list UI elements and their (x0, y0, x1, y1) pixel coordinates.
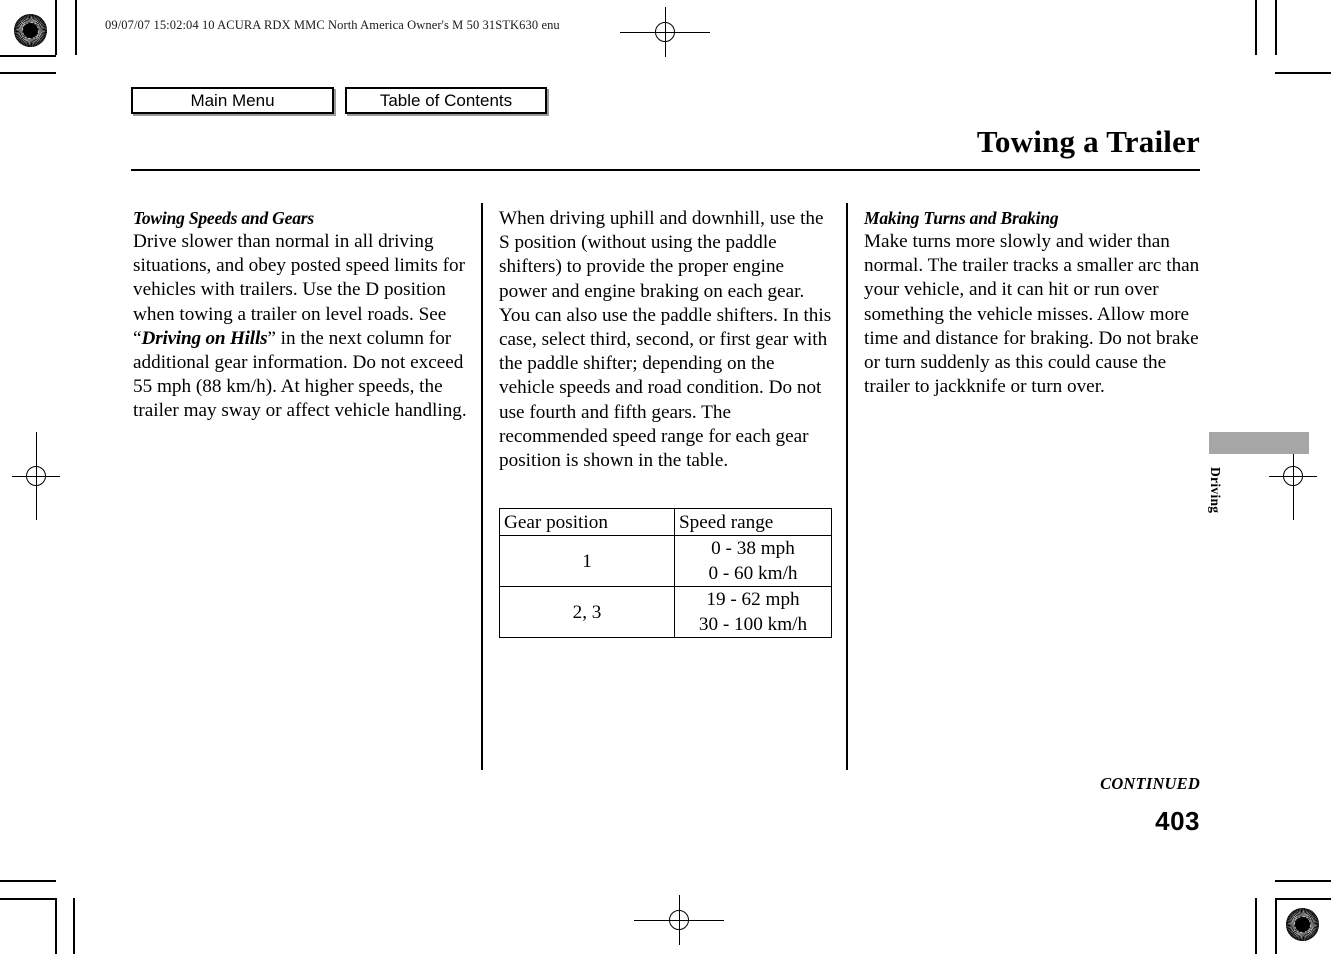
page-number: 403 (1155, 806, 1200, 836)
crop-mark-bottom-left-horizontal (0, 898, 56, 900)
cell-speed-range-1-kmh: 0 - 60 km/h (708, 563, 798, 584)
crop-mark-top-right-inner-rule (1255, 0, 1257, 55)
crop-mark-bottom-left-vertical (55, 898, 57, 954)
cell-speed-range-1-mph: 0 - 38 mph (711, 538, 795, 559)
title-rule-divider (131, 169, 1200, 171)
continued-label: CONTINUED (1100, 774, 1200, 793)
registration-burst-bottom-right-icon (1286, 908, 1319, 941)
cell-speed-range-2-kmh: 30 - 100 km/h (698, 614, 808, 635)
crop-mark-top-left-bleed (0, 72, 56, 74)
table-header-gear-position: Gear position (499, 508, 675, 536)
table-header-speed-range: Speed range (674, 508, 832, 536)
left-column-body: Drive slower than normal in all driving … (133, 230, 471, 424)
crop-mark-bottom-right-bleed (1275, 880, 1331, 882)
crop-mark-bottom-right-vertical (1275, 898, 1277, 954)
crop-mark-top-left-vertical (55, 0, 57, 55)
crop-mark-top-left-horizontal (0, 55, 56, 57)
column-middle: When driving uphill and downhill, use th… (499, 207, 834, 473)
cell-speed-range-2-mph: 19 - 62 mph (706, 589, 800, 610)
crop-mark-top-left-inner-rule (75, 0, 77, 55)
column-right: Making Turns and Braking Make turns more… (864, 207, 1200, 399)
registration-burst-top-left-icon (14, 14, 47, 47)
right-column-heading: Making Turns and Braking (864, 208, 1059, 228)
table-row: 2, 3 19 - 62 mph 30 - 100 km/h (499, 586, 832, 638)
crop-mark-bottom-right-horizontal (1275, 898, 1331, 900)
cell-gear-position-1: 1 (499, 535, 675, 587)
side-tab-band (1209, 432, 1309, 454)
table-row: 1 0 - 38 mph 0 - 60 km/h (499, 535, 832, 587)
cell-gear-position-2: 2, 3 (499, 586, 675, 638)
gear-speed-table: Gear position Speed range 1 0 - 38 mph 0… (499, 508, 832, 638)
column-left: Towing Speeds and Gears Drive slower tha… (133, 207, 471, 424)
crop-mark-bottom-left-inner-rule (73, 898, 75, 954)
column-divider-right (846, 203, 848, 770)
crop-mark-bottom-left-bleed (0, 880, 56, 882)
print-slug-text: 09/07/07 15:02:04 10 ACURA RDX MMC North… (105, 18, 560, 32)
column-divider-left (481, 203, 483, 770)
middle-column-body: When driving uphill and downhill, use th… (499, 208, 832, 472)
page-title: Towing a Trailer (976, 124, 1200, 159)
main-menu-button[interactable]: Main Menu (131, 87, 334, 114)
right-column-body: Make turns more slowly and wider than no… (864, 231, 1200, 398)
cell-speed-range-1: 0 - 38 mph 0 - 60 km/h (674, 535, 832, 587)
left-column-heading: Towing Speeds and Gears (133, 208, 314, 228)
left-body-emphasis: Driving on Hills (141, 327, 268, 349)
side-tab-label: Driving (1208, 467, 1223, 514)
table-header-row: Gear position Speed range (499, 508, 832, 536)
crop-mark-top-right-bleed (1275, 72, 1331, 74)
crop-mark-top-right-vertical (1275, 0, 1277, 55)
table-of-contents-button[interactable]: Table of Contents (345, 87, 547, 114)
crop-mark-bottom-right-inner-rule (1255, 898, 1257, 954)
cell-speed-range-2: 19 - 62 mph 30 - 100 km/h (674, 586, 832, 638)
